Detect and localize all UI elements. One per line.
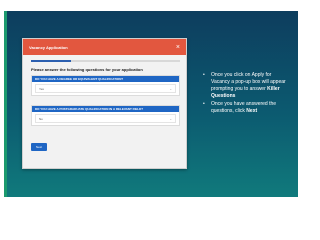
select-value: Yes xyxy=(39,86,44,91)
bullet-dot-icon: • xyxy=(203,101,205,107)
instruction-bullets: • Once you click on Apply for Vacancy a … xyxy=(203,72,291,116)
modal-header: Vacancy Application × xyxy=(23,39,186,55)
select-value: No xyxy=(39,116,43,121)
chevron-down-icon: ⌄ xyxy=(169,86,172,91)
modal-title: Vacancy Application xyxy=(29,44,68,50)
questions-prompt: Please answer the following questions fo… xyxy=(31,67,143,72)
slide-accent-stripe xyxy=(4,11,7,197)
progress-bar-fill xyxy=(31,60,72,62)
bullet-dot-icon: • xyxy=(203,72,205,78)
question-label: DO YOU HAVE A POSTGRADUATE QUALIFICATION… xyxy=(32,106,179,112)
bullet-text: Once you click on Apply for Vacancy a po… xyxy=(211,72,291,100)
question-postgraduate: DO YOU HAVE A POSTGRADUATE QUALIFICATION… xyxy=(31,105,180,126)
bullet-text: Once you have answered the questions, cl… xyxy=(211,101,291,115)
bullet-item: • Once you click on Apply for Vacancy a … xyxy=(203,72,291,100)
bullet-text-part: Once you have answered the questions, cl… xyxy=(211,101,277,114)
modal-body: Please answer the following questions fo… xyxy=(23,55,186,153)
vacancy-application-modal: Vacancy Application × Please answer the … xyxy=(22,38,187,169)
answer-select-postgraduate[interactable]: No ⌄ xyxy=(35,114,176,123)
question-degree: DO YOU HAVE A DEGREE OR EQUIVALENT QUALI… xyxy=(31,75,180,96)
progress-bar xyxy=(31,60,180,62)
chevron-down-icon: ⌄ xyxy=(169,116,172,121)
bullet-item: • Once you have answered the questions, … xyxy=(203,101,291,115)
slide: Vacancy Application × Please answer the … xyxy=(0,0,300,212)
answer-select-degree[interactable]: Yes ⌄ xyxy=(35,84,176,93)
question-label: DO YOU HAVE A DEGREE OR EQUIVALENT QUALI… xyxy=(32,76,179,82)
close-icon[interactable]: × xyxy=(176,44,180,51)
next-button[interactable]: Next xyxy=(31,143,47,151)
bullet-bold-text: Next xyxy=(246,108,258,114)
